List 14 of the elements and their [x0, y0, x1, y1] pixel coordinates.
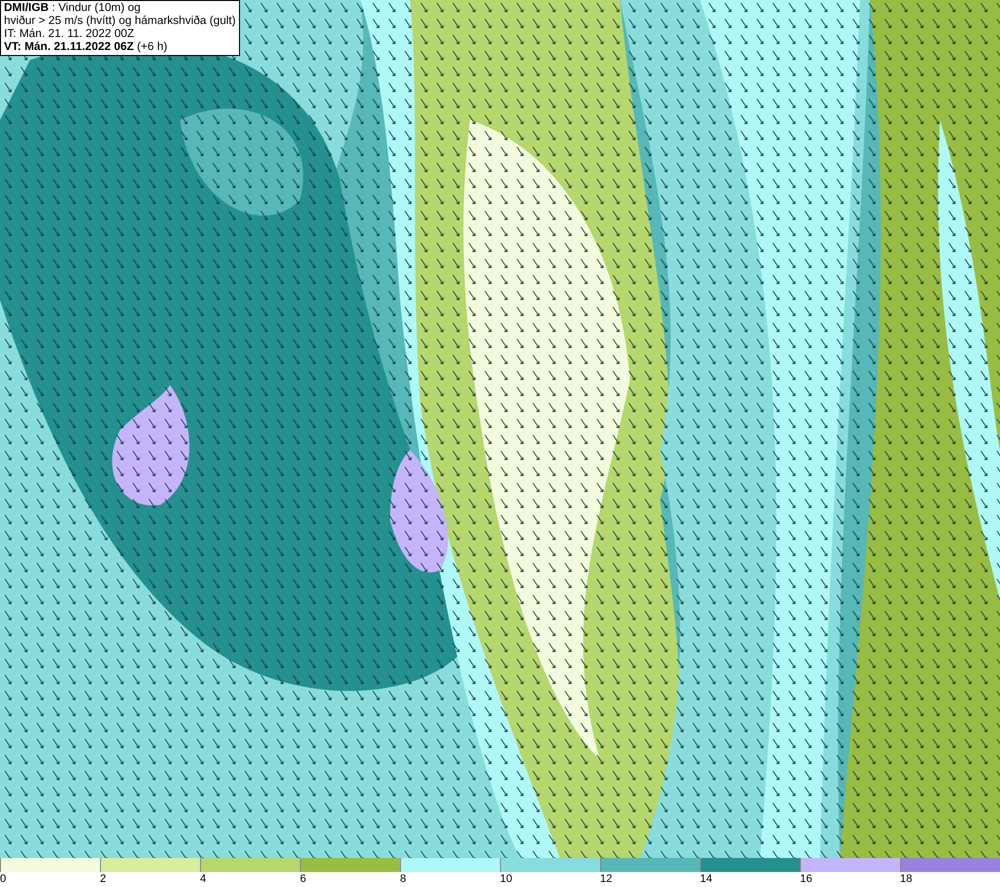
legend-label: 18 [900, 872, 912, 886]
legend-label: 12 [600, 872, 612, 886]
info-text: hviður > 25 m/s (hvítt) og hámarkshviða (gult) [4, 15, 236, 28]
legend-label: 2 [100, 872, 106, 886]
legend-label: 6 [300, 872, 306, 886]
info-text: IT: Mán. 21. 11. 2022 00Z [4, 28, 136, 41]
legend-label: 14 [700, 872, 712, 886]
legend-label: 8 [400, 872, 406, 886]
legend-label: 0 [0, 872, 6, 886]
info-text: VT: Mán. 21.11.2022 06Z (+6 h) [4, 41, 168, 54]
legend-label: 16 [800, 872, 812, 886]
info-text: DMI/IGB : Vindur (10m) og [4, 2, 142, 15]
legend-label: 4 [200, 872, 206, 886]
legend-label: 10 [500, 872, 512, 886]
